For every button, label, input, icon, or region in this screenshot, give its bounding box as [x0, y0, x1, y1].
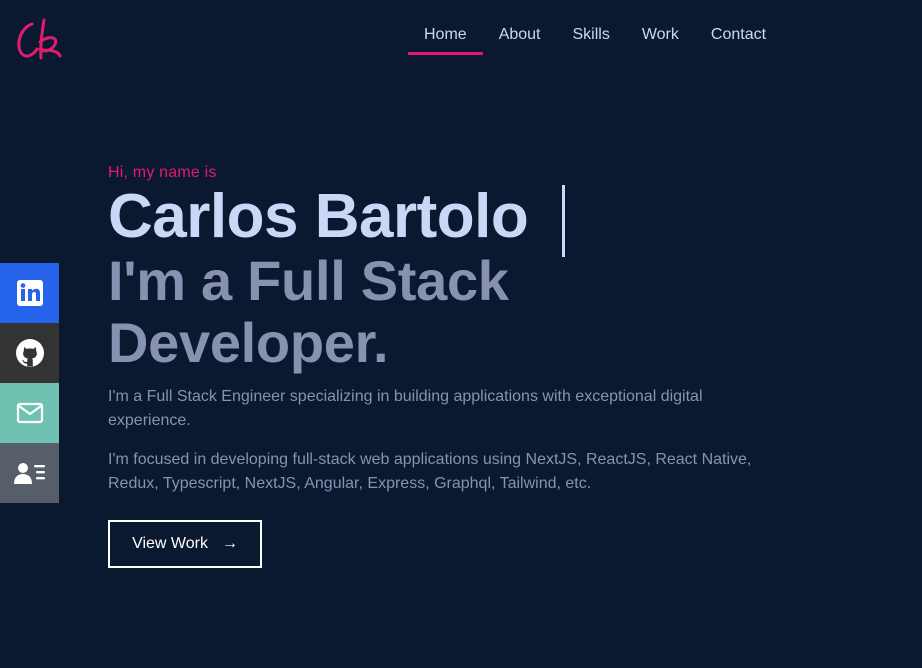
nav-work[interactable]: Work — [626, 24, 695, 55]
linkedin-icon — [16, 280, 43, 306]
hero-description-1: I'm a Full Stack Engineer specializing i… — [108, 388, 703, 429]
resume-button[interactable] — [0, 443, 59, 503]
nav-skills[interactable]: Skills — [557, 24, 626, 55]
resume-icon — [13, 463, 45, 484]
greeting-text: Hi, my name is — [108, 164, 217, 181]
hero-name: Carlos Bartolo — [108, 182, 529, 251]
hero-description-2: I'm focused in developing full-stack web… — [108, 451, 752, 492]
hero-role-line2: Developer. — [108, 311, 389, 374]
nav-home[interactable]: Home — [408, 24, 483, 55]
arrow-right-icon: → — [221, 535, 238, 552]
hero-role-line1: I'm a Full Stack — [108, 249, 509, 312]
mail-button[interactable] — [0, 383, 59, 443]
linkedin-button[interactable] — [0, 263, 59, 323]
name-line: Carlos Bartolo — [108, 182, 788, 257]
logo-mark-icon — [17, 18, 62, 60]
brand-logo[interactable] — [14, 16, 66, 62]
portfolio-page: Home About Skills Work Contact Hi, my na… — [0, 0, 922, 668]
view-work-button[interactable]: View Work → — [108, 520, 262, 568]
social-sidebar — [0, 263, 59, 503]
hero-section: Hi, my name is Carlos Bartolo I'm a Full… — [108, 160, 788, 568]
github-button[interactable] — [0, 323, 59, 383]
nav-contact[interactable]: Contact — [695, 24, 782, 55]
main-nav: Home About Skills Work Contact — [408, 24, 782, 55]
nav-about[interactable]: About — [483, 24, 557, 55]
typing-cursor — [562, 185, 566, 257]
mail-icon — [16, 402, 43, 424]
view-work-label: View Work — [132, 535, 208, 552]
github-icon — [15, 339, 44, 367]
